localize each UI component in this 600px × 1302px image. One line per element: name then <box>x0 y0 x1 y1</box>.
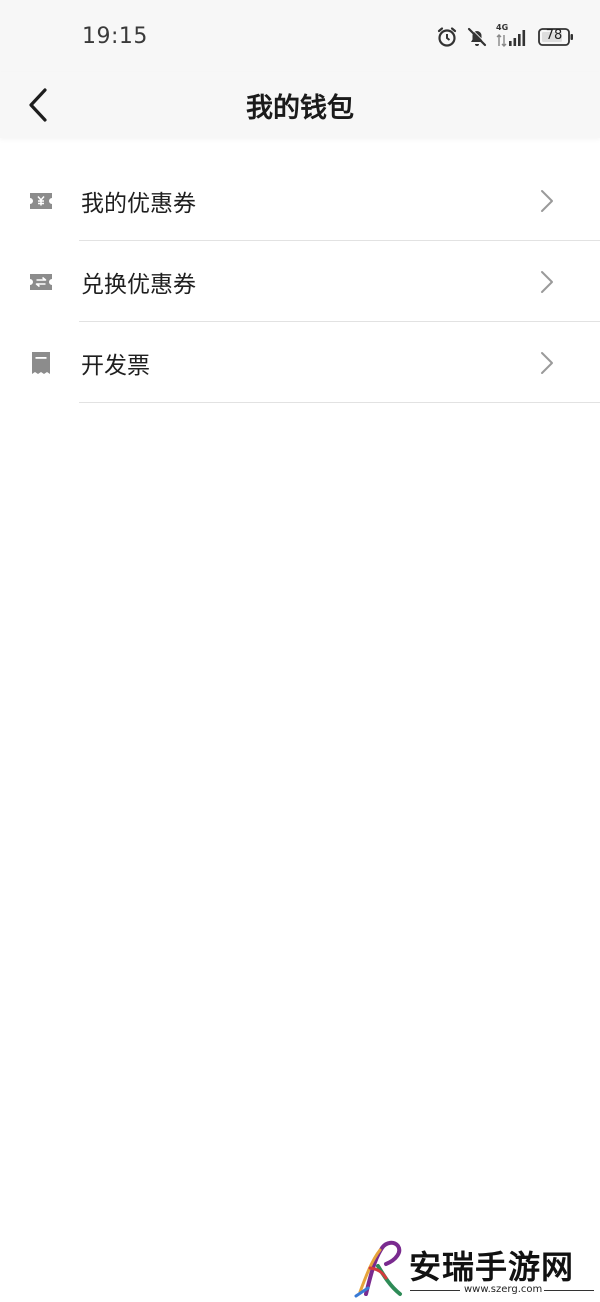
chevron-right-icon <box>540 270 554 298</box>
menu-item-my-coupons[interactable]: 我的优惠券 <box>0 160 600 241</box>
watermark: 安瑞手游网 www.szerg.com <box>352 1238 598 1298</box>
battery-icon: 78 <box>538 27 574 47</box>
chevron-right-icon <box>540 189 554 217</box>
menu-item-label: 开发票 <box>81 353 150 379</box>
watermark-line-right <box>544 1290 594 1291</box>
invoice-icon <box>29 352 53 374</box>
bell-muted-icon <box>466 26 488 48</box>
coupon-exchange-icon <box>29 271 53 293</box>
chevron-right-icon <box>540 351 554 379</box>
status-icons: 4G 78 <box>436 23 574 50</box>
watermark-logo-icon <box>352 1238 408 1302</box>
app-header: 我的钱包 <box>0 72 600 138</box>
watermark-url: www.szerg.com <box>464 1284 543 1295</box>
page-title: 我的钱包 <box>246 93 354 124</box>
watermark-name: 安瑞手游网 <box>409 1248 575 1286</box>
battery-level: 78 <box>545 28 563 43</box>
status-bar: 19:15 4G 78 <box>0 0 600 72</box>
divider <box>79 402 600 403</box>
menu-item-label: 我的优惠券 <box>81 191 196 217</box>
wallet-menu-list: 我的优惠券 兑换优惠券 开发票 <box>0 160 600 403</box>
coupon-yen-icon <box>29 190 53 212</box>
signal-icon: 4G <box>496 23 526 48</box>
alarm-icon <box>436 26 458 48</box>
menu-item-redeem-coupon[interactable]: 兑换优惠券 <box>0 241 600 322</box>
watermark-line-left <box>410 1290 460 1291</box>
status-time: 19:15 <box>82 24 148 49</box>
menu-item-invoice[interactable]: 开发票 <box>0 322 600 403</box>
menu-item-label: 兑换优惠券 <box>81 272 196 298</box>
